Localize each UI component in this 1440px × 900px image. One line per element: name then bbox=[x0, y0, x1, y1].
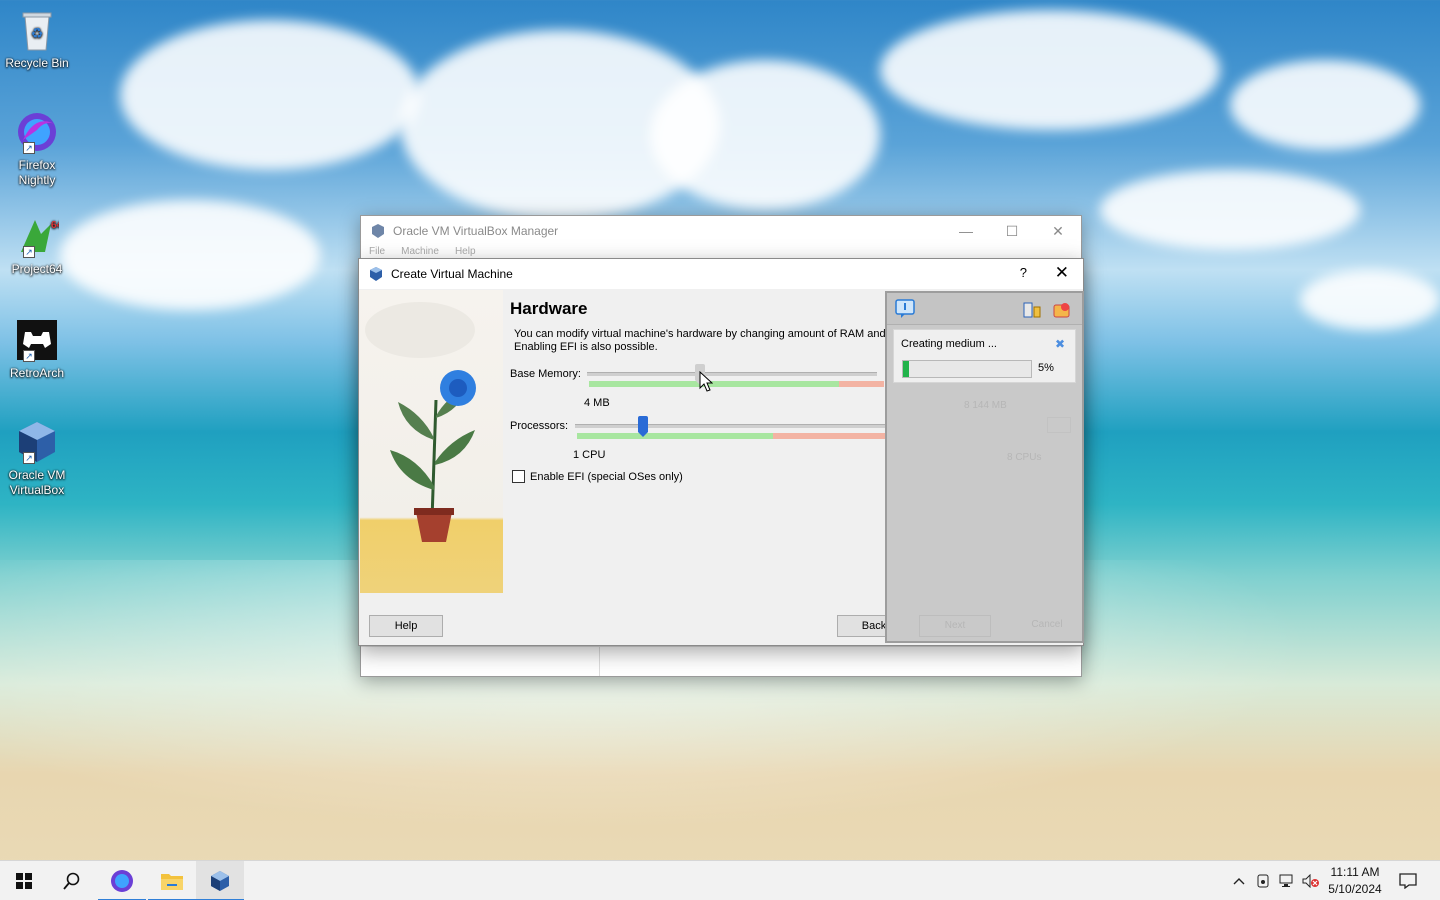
progress-overlay-panel: Creating medium ... ✖ 5% 8 144 MB 8 CPUs… bbox=[885, 291, 1084, 643]
retroarch-icon: ↗ bbox=[15, 318, 59, 362]
desktop-icon-label: RetroArch bbox=[9, 366, 65, 380]
cancel-button[interactable]: Cancel bbox=[1011, 615, 1083, 637]
project64-icon: 64 ↗ bbox=[15, 214, 63, 258]
desktop-icon-label: Firefox Nightly bbox=[18, 158, 56, 187]
network-button[interactable] bbox=[1276, 861, 1298, 900]
page-title: Hardware bbox=[510, 299, 588, 318]
processors-slider-handle[interactable] bbox=[638, 416, 648, 437]
network-icon bbox=[1279, 874, 1293, 887]
cpu-count-spinbox[interactable] bbox=[1047, 417, 1071, 433]
cancel-task-icon[interactable]: ✖ bbox=[1055, 337, 1065, 351]
notification-center-icon[interactable] bbox=[895, 299, 915, 319]
next-button[interactable]: Next bbox=[919, 615, 991, 637]
tray-device-icon[interactable] bbox=[1252, 861, 1274, 900]
enable-efi-checkbox[interactable]: Enable EFI (special OSes only) bbox=[512, 470, 683, 483]
desktop-icon-retroarch[interactable]: ↗ RetroArch bbox=[4, 318, 70, 381]
context-help-button[interactable]: ? bbox=[1020, 265, 1027, 280]
memory-max-label: 8 144 MB bbox=[964, 400, 1007, 411]
folder-icon bbox=[161, 874, 183, 890]
desktop-icon-firefox-nightly[interactable]: ↗ Firefox Nightly bbox=[4, 110, 70, 188]
minimize-button[interactable]: — bbox=[943, 216, 989, 246]
desktop-icon-project64[interactable]: 64 ↗ Project64 bbox=[4, 214, 70, 277]
checkbox-box[interactable] bbox=[512, 470, 525, 483]
shortcut-arrow-icon: ↗ bbox=[23, 350, 35, 362]
progress-percent: 5% bbox=[1038, 362, 1054, 374]
desktop-icon-recycle-bin[interactable]: ♻ Recycle Bin bbox=[4, 8, 70, 71]
start-button[interactable] bbox=[0, 861, 48, 900]
page-description: You can modify virtual machine's hardwar… bbox=[514, 328, 894, 353]
dialog-title: Create Virtual Machine bbox=[391, 267, 513, 281]
clock-date: 5/10/2024 bbox=[1328, 882, 1382, 896]
taskbar: 11:11 AM 5/10/2024 bbox=[0, 860, 1440, 900]
cpu-max-label: 8 CPUs bbox=[1007, 452, 1042, 463]
virtualbox-icon bbox=[370, 267, 382, 281]
manager-title: Oracle VM VirtualBox Manager bbox=[393, 224, 559, 238]
mouse-cursor-icon bbox=[699, 371, 713, 392]
firefox-nightly-icon: ↗ bbox=[15, 110, 59, 154]
progress-bar bbox=[902, 360, 1032, 378]
help-button[interactable]: Help bbox=[369, 615, 443, 637]
action-center-button[interactable] bbox=[1394, 861, 1422, 900]
usb-device-icon bbox=[1257, 874, 1269, 888]
keep-finished-icon[interactable] bbox=[1023, 301, 1041, 319]
notification-toolbar bbox=[887, 293, 1082, 325]
remove-all-icon[interactable] bbox=[1053, 301, 1071, 319]
taskbar-clock[interactable]: 11:11 AM 5/10/2024 bbox=[1318, 864, 1392, 898]
shortcut-arrow-icon: ↗ bbox=[23, 142, 35, 154]
show-hidden-icons-button[interactable] bbox=[1228, 861, 1250, 900]
processors-label: Processors: bbox=[510, 420, 569, 432]
chevron-up-icon bbox=[1233, 878, 1245, 885]
dialog-close-button[interactable]: ✕ bbox=[1055, 263, 1069, 283]
svg-text:64: 64 bbox=[51, 220, 59, 231]
desktop-icon-label: Oracle VM VirtualBox bbox=[8, 468, 66, 497]
cpu-min-label: 1 CPU bbox=[573, 449, 606, 461]
taskbar-file-explorer[interactable] bbox=[148, 861, 196, 900]
search-icon bbox=[63, 872, 80, 890]
firefox-nightly-icon bbox=[111, 870, 133, 892]
virtualbox-icon bbox=[372, 224, 384, 238]
desktop-icon-label: Recycle Bin bbox=[5, 56, 69, 70]
base-memory-label: Base Memory: bbox=[510, 368, 581, 380]
svg-text:♻: ♻ bbox=[31, 25, 44, 41]
search-button[interactable] bbox=[48, 861, 96, 900]
virtualbox-icon bbox=[211, 871, 229, 891]
shortcut-arrow-icon: ↗ bbox=[23, 452, 35, 464]
progress-item: Creating medium ... ✖ 5% bbox=[893, 329, 1076, 383]
recycle-bin-icon: ♻ bbox=[15, 8, 59, 52]
notification-icon bbox=[1399, 873, 1417, 889]
desktop-icon-label: Project64 bbox=[11, 262, 63, 276]
virtualbox-icon: ↗ bbox=[15, 420, 59, 464]
close-button[interactable]: ✕ bbox=[1035, 216, 1081, 246]
maximize-button[interactable]: ☐ bbox=[989, 216, 1035, 246]
memory-min-label: 4 MB bbox=[584, 397, 610, 409]
taskbar-firefox-nightly[interactable] bbox=[98, 861, 146, 900]
manager-pane-footer bbox=[361, 646, 1081, 676]
enable-efi-label: Enable EFI (special OSes only) bbox=[530, 470, 683, 483]
shortcut-arrow-icon: ↗ bbox=[23, 246, 35, 258]
desktop-icon-virtualbox[interactable]: ↗ Oracle VM VirtualBox bbox=[4, 420, 70, 498]
progress-task-label: Creating medium ... bbox=[901, 338, 997, 350]
wizard-illustration bbox=[360, 290, 503, 593]
clock-time: 11:11 AM bbox=[1330, 865, 1380, 879]
taskbar-virtualbox[interactable] bbox=[196, 861, 244, 900]
windows-logo-icon bbox=[16, 873, 32, 889]
dialog-title-bar[interactable]: Create Virtual Machine ? ✕ bbox=[359, 259, 1083, 289]
